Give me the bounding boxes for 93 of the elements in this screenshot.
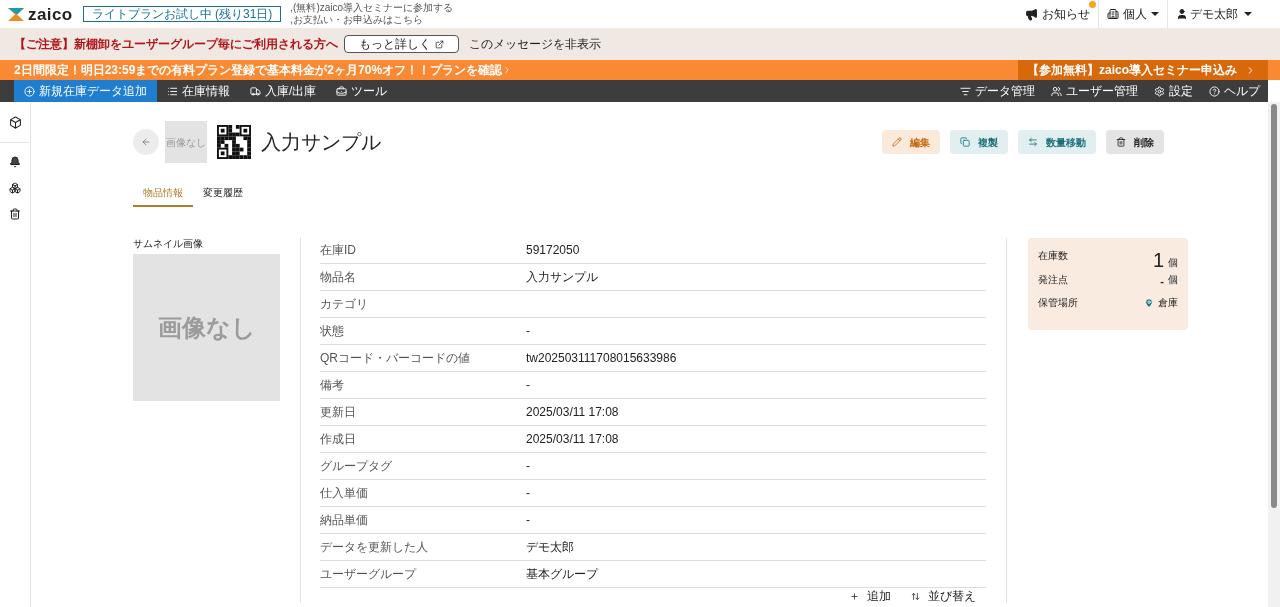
no-image-thumbnail: 画像なし	[165, 121, 207, 163]
unit-label: 個	[1168, 273, 1178, 287]
header-link[interactable]: ,(無料)zaico導入セミナーに参加する	[290, 2, 454, 14]
nav-item[interactable]: ヘルプ	[1201, 80, 1268, 102]
notice-text: 【ご注意】新棚卸をユーザーグループ毎にご利用される方へ	[14, 36, 338, 53]
field-value: -	[526, 377, 530, 394]
field-value: 基本グループ	[526, 566, 598, 583]
bell-icon[interactable]	[9, 156, 21, 168]
external-link-icon	[435, 39, 444, 49]
nav-item[interactable]: 入庫/出庫	[240, 80, 327, 102]
field-value: デモ太郎	[526, 539, 574, 556]
reorder-value: -	[1160, 276, 1164, 287]
nav-item[interactable]: 設定	[1146, 80, 1201, 102]
list-icon	[167, 85, 178, 97]
field-label: データを更新した人	[320, 539, 429, 556]
unit-label: 個	[1168, 256, 1178, 270]
toolbox-icon	[336, 85, 348, 97]
field-label: 更新日	[320, 404, 357, 421]
field-value: -	[526, 512, 530, 529]
list-icon	[960, 85, 971, 97]
seminar-link[interactable]: 【参加無料】zaico導入セミナー申込み	[1018, 60, 1268, 80]
transfer-icon	[1028, 137, 1038, 147]
help-icon	[1209, 85, 1220, 97]
pencil-icon	[892, 137, 902, 147]
users-icon	[1051, 85, 1062, 97]
stock-label: 在庫数	[1038, 249, 1068, 263]
copy-button[interactable]: 複製	[950, 130, 1008, 154]
nav-item[interactable]: データ管理	[952, 80, 1043, 102]
field-value: 入力サンプル	[526, 269, 598, 286]
plus-circle-icon	[24, 85, 35, 97]
item-title: 入力サンプル	[261, 130, 381, 155]
hide-message-link[interactable]: このメッセージを非表示	[469, 35, 601, 53]
trial-badge[interactable]: ライトプランお試し中 (残り31日)	[82, 6, 282, 22]
nav-item[interactable]: 新規在庫データ追加	[14, 80, 157, 102]
megaphone-icon	[1025, 7, 1038, 21]
box-icon[interactable]	[8, 116, 22, 129]
no-image-thumbnail: 画像なし	[133, 254, 280, 401]
nav-item[interactable]: ツール	[326, 80, 398, 102]
field-value: -	[526, 458, 530, 475]
location-value: 倉庫	[1158, 296, 1178, 310]
more-details-button[interactable]: もっと詳しく	[344, 35, 459, 53]
copy-icon	[960, 137, 970, 147]
user-icon	[1176, 8, 1188, 20]
tab[interactable]: 変更履歴	[193, 179, 253, 207]
field-label: 在庫ID	[320, 242, 357, 259]
plus-icon	[850, 592, 859, 601]
nav-item[interactable]: ユーザー管理	[1043, 80, 1146, 102]
caret-icon	[1151, 12, 1159, 16]
truck-icon	[250, 85, 261, 97]
thumbnail-label: サムネイル画像	[133, 238, 204, 250]
boxes-icon[interactable]	[9, 182, 21, 194]
trash-icon[interactable]	[9, 208, 21, 220]
notifications-button[interactable]: お知らせ	[1017, 5, 1098, 23]
field-value: tw202503111708015633986	[526, 350, 677, 367]
field-label: 物品名	[320, 269, 357, 286]
scrollbar[interactable]	[1268, 102, 1280, 607]
location-label: 保管場所	[1038, 296, 1078, 310]
field-label: グループタグ	[320, 458, 393, 475]
map-pin-icon	[1144, 297, 1154, 308]
field-label: 備考	[320, 377, 345, 394]
move-quantity-button[interactable]: 数量移動	[1018, 130, 1096, 154]
field-label: 作成日	[320, 431, 357, 448]
field-label: カテゴリ	[320, 296, 369, 313]
logo[interactable]: zaico	[28, 5, 73, 23]
field-label: ユーザーグループ	[320, 566, 418, 583]
settings-icon	[1154, 85, 1165, 97]
sort-icon	[911, 592, 920, 601]
field-value: 2025/03/11 17:08	[526, 404, 619, 421]
field-value: -	[526, 323, 530, 340]
caret-icon	[1244, 12, 1252, 16]
user-menu[interactable]: デモ太郎	[1168, 5, 1260, 23]
stock-quantity: 1	[1152, 250, 1164, 270]
arrow-left-icon	[141, 137, 151, 147]
header-link[interactable]: ,お支払い・お申込みはこちら	[290, 14, 454, 26]
sort-fields-button[interactable]: 並び替え	[911, 590, 976, 603]
qr-code-icon[interactable]	[217, 124, 251, 160]
trash-icon	[1116, 137, 1126, 147]
field-value: -	[526, 485, 530, 502]
building-icon	[1107, 8, 1119, 20]
field-label: 仕入単価	[320, 485, 369, 502]
reorder-label: 発注点	[1038, 273, 1068, 287]
nav-item[interactable]: 在庫情報	[157, 80, 240, 102]
logo-icon	[8, 7, 24, 21]
field-label: 納品単価	[320, 512, 369, 529]
field-value: 2025/03/11 17:08	[526, 431, 619, 448]
field-value: 59172050	[526, 242, 580, 259]
field-label: 状態	[320, 323, 345, 340]
delete-button[interactable]: 削除	[1106, 130, 1164, 154]
workspace-menu[interactable]: 個人	[1099, 5, 1167, 23]
add-field-button[interactable]: 追加	[850, 590, 891, 603]
tab[interactable]: 物品情報	[133, 179, 193, 207]
field-label: QRコード・バーコードの値	[320, 350, 471, 367]
promo-text: 2日間限定！明日23:59までの有料プラン登録で基本料金が2ヶ月70%オフ！！	[13, 62, 431, 79]
